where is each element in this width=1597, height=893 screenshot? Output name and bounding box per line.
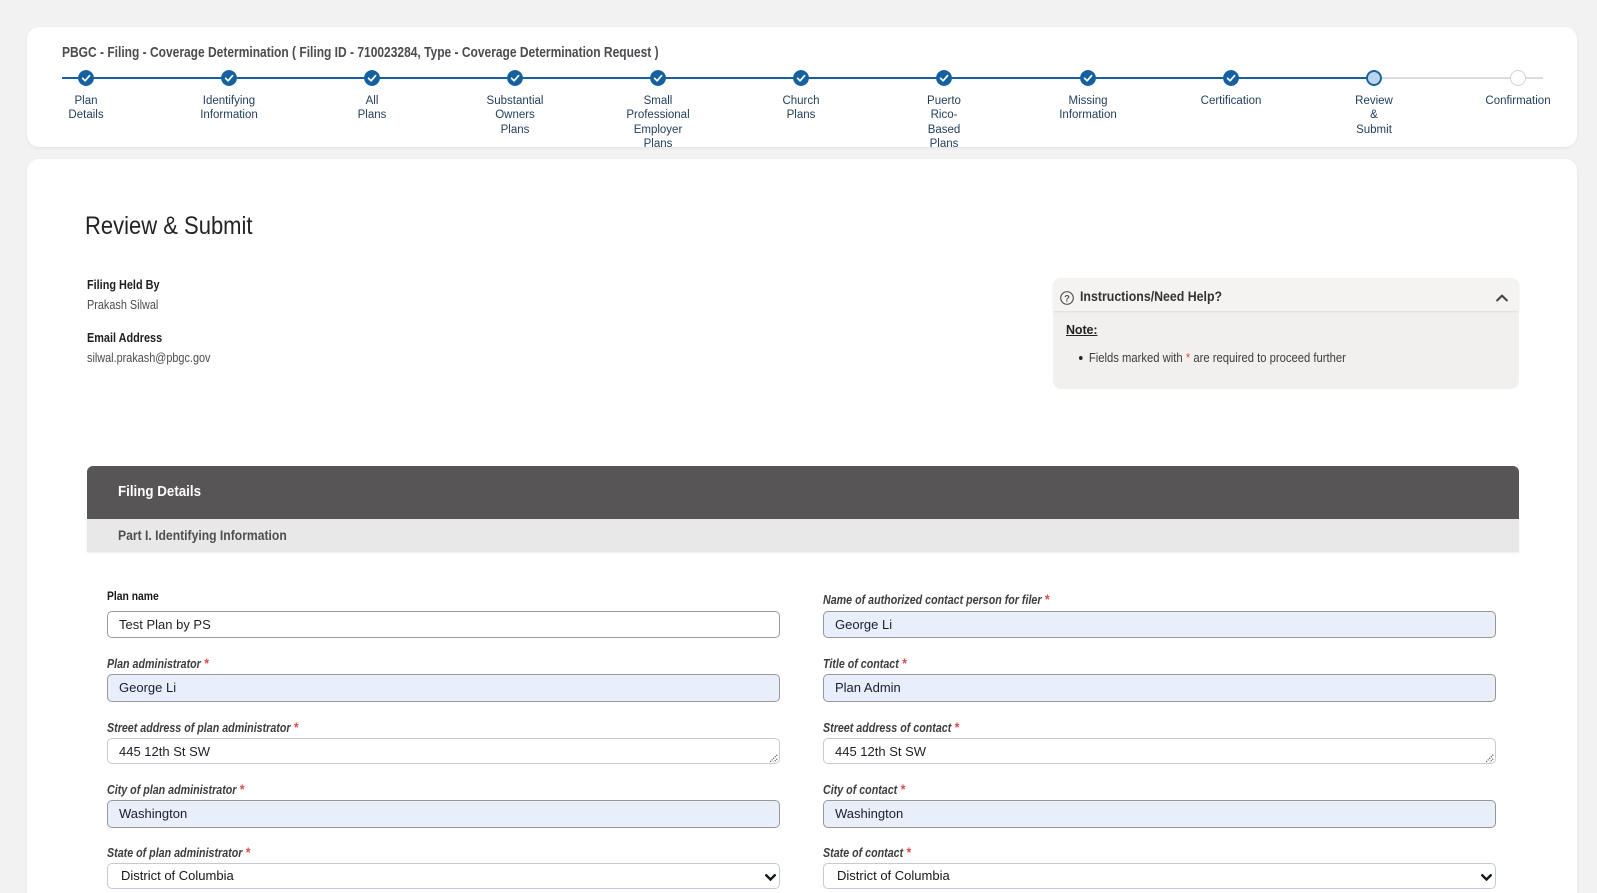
svg-text:?: ? (1064, 293, 1070, 304)
